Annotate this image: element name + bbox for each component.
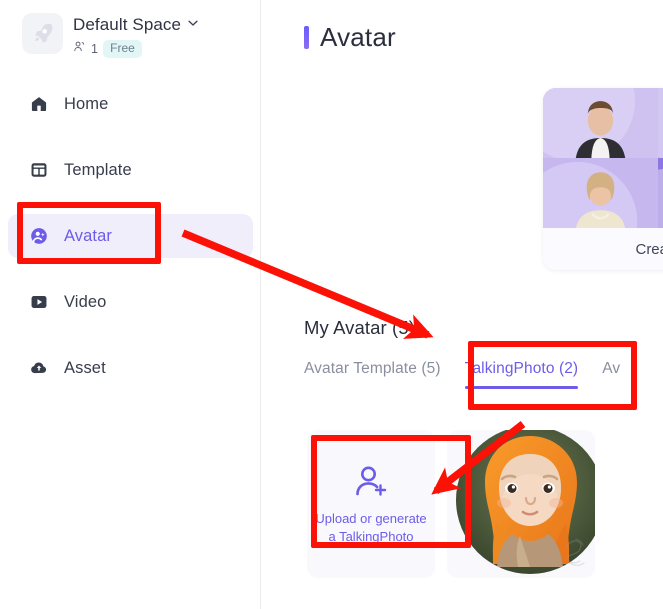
sidebar-item-label: Asset <box>64 358 106 377</box>
tab-label: Av <box>602 360 621 377</box>
upload-talkingphoto-card[interactable]: Upload or generate a TalkingPhoto <box>307 430 435 578</box>
tab-label: TalkingPhoto (2) <box>464 360 579 377</box>
tab-talkingphoto[interactable]: TalkingPhoto (2) <box>464 360 579 389</box>
members-icon <box>73 40 86 58</box>
my-avatar-section-title: My Avatar (5) <box>304 317 415 338</box>
create-avatar-footer: Create <box>543 228 663 270</box>
talkingphoto-item[interactable] <box>447 430 595 578</box>
space-switcher[interactable]: Default Space 1 Free <box>22 13 200 59</box>
sidebar-item-template[interactable]: Template <box>8 148 253 192</box>
sidebar-item-video[interactable]: Video <box>8 280 253 324</box>
upload-label-line1: Upload or generate <box>315 511 427 526</box>
create-avatar-label: Create <box>635 240 663 258</box>
main-content: Avatar Cre My Avatar (5) Avatar Template… <box>262 0 663 609</box>
my-avatar-tabs: Avatar Template (5) TalkingPhoto (2) Av <box>304 360 620 389</box>
space-subinfo: 1 Free <box>73 40 200 59</box>
rocket-icon <box>22 13 63 54</box>
upload-talkingphoto-label: Upload or generate a TalkingPhoto <box>312 510 430 546</box>
sidebar-item-home[interactable]: Home <box>8 82 253 126</box>
asset-icon <box>29 358 49 378</box>
tab-label: Avatar Template (5) <box>304 360 441 377</box>
upload-label-line2: a TalkingPhoto <box>328 529 414 544</box>
avatar-thumb <box>658 88 663 158</box>
signature-watermark-icon <box>562 536 592 570</box>
sidebar-item-label: Home <box>64 94 109 113</box>
app-root: Default Space 1 Free Home Template Avata… <box>0 0 663 609</box>
user-plus-icon <box>351 462 391 502</box>
home-icon <box>29 94 49 114</box>
sidebar-item-asset[interactable]: Asset <box>8 346 253 390</box>
sidebar-item-avatar[interactable]: Avatar <box>8 214 253 258</box>
tab-avatar-third[interactable]: Av <box>602 360 620 389</box>
space-name: Default Space <box>73 15 182 34</box>
sidebar-item-label: Template <box>64 160 132 179</box>
title-accent-bar <box>304 26 309 49</box>
page-title: Avatar <box>320 22 396 52</box>
space-meta: Default Space 1 Free <box>73 13 200 59</box>
space-title-row: Default Space <box>73 15 200 35</box>
page-title-wrap: Avatar <box>304 22 396 53</box>
plan-badge: Free <box>103 40 142 59</box>
create-avatar-card[interactable]: Create <box>543 88 663 270</box>
sidebar: Default Space 1 Free Home Template Avata… <box>0 0 261 609</box>
member-count: 1 <box>91 42 99 57</box>
avatar-thumb <box>543 158 658 228</box>
avatar-thumb <box>658 158 663 228</box>
avatar-icon <box>29 226 49 246</box>
video-icon <box>29 292 49 312</box>
sidebar-nav: Home Template Avatar Video Asset <box>0 82 261 412</box>
avatar-thumbnail-grid <box>543 88 663 228</box>
avatar-thumb <box>543 88 658 158</box>
chevron-down-icon[interactable] <box>186 16 200 35</box>
sidebar-item-label: Avatar <box>64 226 112 245</box>
template-icon <box>29 160 49 180</box>
tab-avatar-template[interactable]: Avatar Template (5) <box>304 360 441 389</box>
sidebar-item-label: Video <box>64 292 107 311</box>
